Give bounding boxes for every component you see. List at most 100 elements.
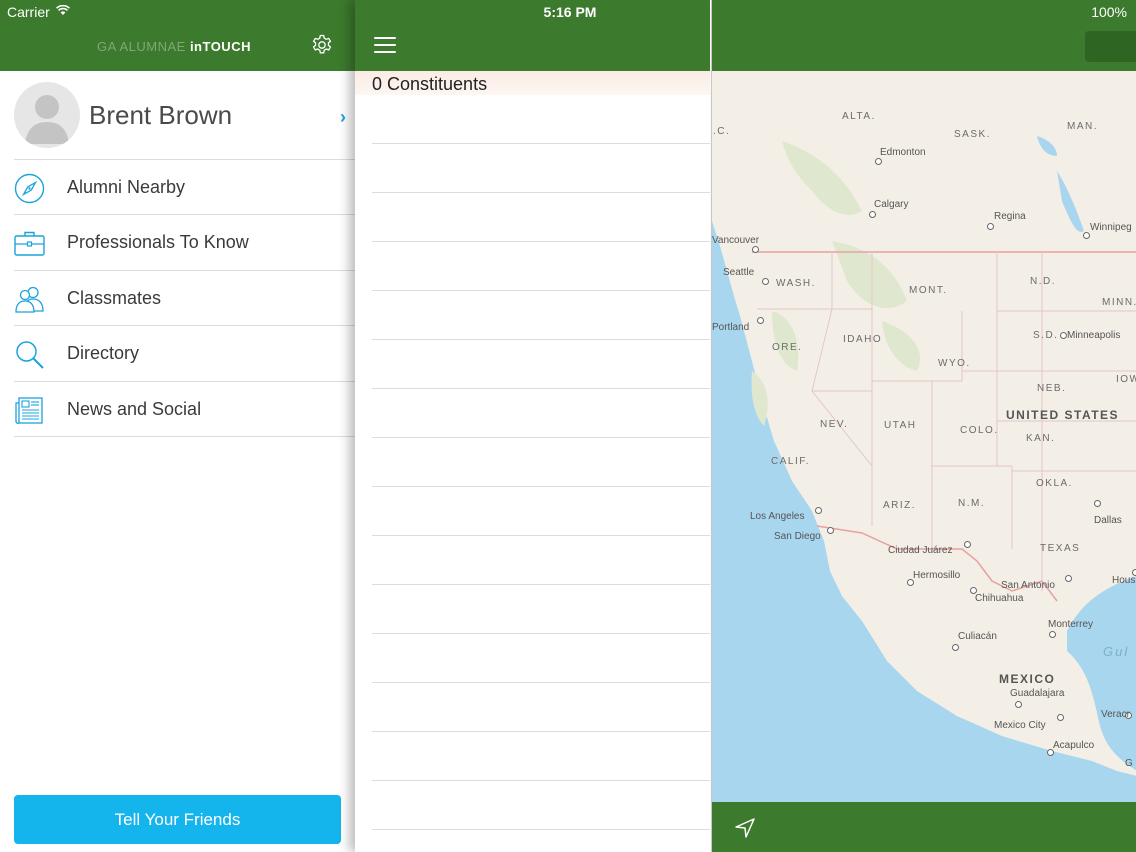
map-region-label: UTAH	[884, 420, 917, 431]
gear-icon[interactable]	[310, 33, 334, 57]
menu-item-label: News and Social	[67, 399, 202, 419]
menu-item-directory[interactable]: Directory	[14, 325, 355, 381]
app-title-light: GA ALUMNAE	[97, 39, 186, 54]
map-city-label: San Antonio	[1001, 580, 1055, 591]
map-city-label: Seattle	[723, 267, 755, 278]
map-region-label: MINN.	[1102, 297, 1136, 308]
city-marker	[1057, 714, 1064, 721]
city-marker	[1049, 631, 1056, 638]
list-row-divider	[372, 584, 710, 585]
map-city-label: Portland	[712, 322, 750, 333]
map-region-label: ORE.	[772, 342, 803, 353]
map-region-label: MAN.	[1067, 121, 1098, 132]
city-marker	[815, 507, 822, 514]
menu-item-news-social[interactable]: News and Social	[14, 381, 355, 437]
map-region-label: NEV.	[820, 419, 849, 430]
list-header: 5:16 PM	[355, 0, 710, 71]
list-row-divider	[372, 829, 710, 830]
city-marker	[762, 278, 769, 285]
map-view[interactable]: ALTA. SASK. MAN. WASH. MONT. N.D. MINN. …	[712, 71, 1136, 802]
carrier-label: Carrier	[7, 4, 50, 20]
map-city-label: Culiacán	[958, 631, 997, 642]
map-header-button[interactable]	[1085, 31, 1136, 62]
hamburger-menu-icon[interactable]	[374, 37, 396, 55]
list-row-divider	[372, 290, 710, 291]
city-marker	[827, 527, 834, 534]
menu-item-label: Professionals To Know	[67, 232, 249, 252]
map-city-label: San Diego	[774, 531, 821, 542]
map-city-label: Vancouver	[712, 235, 760, 246]
map-region-label: SASK.	[954, 129, 991, 140]
chevron-right-icon: ›	[340, 107, 346, 127]
map-city-label: Hermosillo	[913, 570, 961, 581]
menu-item-alumni-nearby[interactable]: Alumni Nearby	[14, 159, 355, 215]
location-arrow-icon[interactable]	[734, 817, 756, 839]
menu-item-professionals[interactable]: Professionals To Know	[14, 214, 355, 270]
map-city-label: Los Angeles	[750, 511, 805, 522]
map-country-label: MEXICO	[999, 672, 1056, 686]
side-menu-panel: Carrier GA ALUMNAE inTOUCH Brent Brown ›	[0, 0, 355, 852]
tell-your-friends-button[interactable]: Tell Your Friends	[14, 795, 341, 844]
list-row-divider	[372, 143, 710, 144]
menu-item-label: Classmates	[67, 288, 162, 308]
map-region-label: MONT.	[909, 285, 948, 296]
list-row-divider	[372, 437, 710, 438]
city-marker	[752, 246, 759, 253]
map-city-label: Dallas	[1094, 515, 1122, 526]
map-region-label: KAN.	[1026, 433, 1056, 444]
map-city-label: Monterrey	[1048, 619, 1094, 630]
map-footer-toolbar	[712, 802, 1136, 852]
map-city-label: Edmonton	[880, 147, 926, 158]
list-row-divider	[372, 633, 710, 634]
city-marker	[875, 158, 882, 165]
map-region-label: .C.	[713, 126, 731, 137]
list-row-divider	[372, 486, 710, 487]
map-region-label: NEB.	[1037, 383, 1067, 394]
profile-row[interactable]: Brent Brown ›	[0, 71, 355, 159]
map-region-label: N.M.	[958, 498, 986, 509]
map-region-label: ALTA.	[842, 111, 876, 122]
battery-label: 100%	[1091, 4, 1127, 20]
briefcase-icon	[14, 231, 45, 256]
map-region-label: WYO.	[938, 358, 971, 369]
city-marker	[1065, 575, 1072, 582]
profile-name: Brent Brown	[89, 100, 233, 130]
list-row-divider	[372, 682, 710, 683]
menu-item-classmates[interactable]: Classmates	[14, 270, 355, 326]
map-city-label: Hous	[1112, 575, 1136, 586]
list-row-divider	[372, 339, 710, 340]
map-header: 100%	[712, 0, 1136, 71]
map-city-label: Calgary	[874, 199, 909, 210]
city-marker	[987, 223, 994, 230]
map-region-label: IOW	[1116, 374, 1136, 385]
search-icon	[16, 341, 44, 369]
map-city-label: Ciudad Juárez	[888, 545, 953, 556]
map-city-label: Chihuahua	[975, 593, 1024, 604]
city-marker	[1060, 332, 1067, 339]
map-city-label: Acapulco	[1053, 740, 1095, 751]
avatar	[14, 82, 80, 148]
map-water-label: Gul	[1103, 644, 1130, 659]
map-city-label: Winnipeg	[1090, 222, 1132, 233]
city-marker	[1015, 701, 1022, 708]
city-marker	[869, 211, 876, 218]
city-marker	[952, 644, 959, 651]
city-marker	[964, 541, 971, 548]
menu-item-label: Alumni Nearby	[67, 177, 186, 197]
list-row-divider	[372, 241, 710, 242]
map-region-label: TEXAS	[1040, 543, 1081, 554]
map-region-label: ARIZ.	[883, 500, 917, 511]
app-title-bold: inTOUCH	[189, 39, 251, 54]
map-city-label: Regina	[994, 211, 1026, 222]
app-title: GA ALUMNAE inTOUCH	[97, 39, 251, 54]
compass-icon	[14, 173, 45, 204]
newspaper-icon	[15, 397, 43, 424]
list-row-divider	[372, 388, 710, 389]
city-marker	[1083, 232, 1090, 239]
map-region-label: IDAHO	[843, 334, 883, 345]
constituents-list-panel: 5:16 PM 0 Constituents	[355, 0, 710, 852]
map-city-label: Minneapolis	[1067, 330, 1121, 341]
city-marker	[757, 317, 764, 324]
map-region-label: WASH.	[776, 278, 816, 289]
constituents-count: 0 Constituents	[372, 74, 488, 94]
